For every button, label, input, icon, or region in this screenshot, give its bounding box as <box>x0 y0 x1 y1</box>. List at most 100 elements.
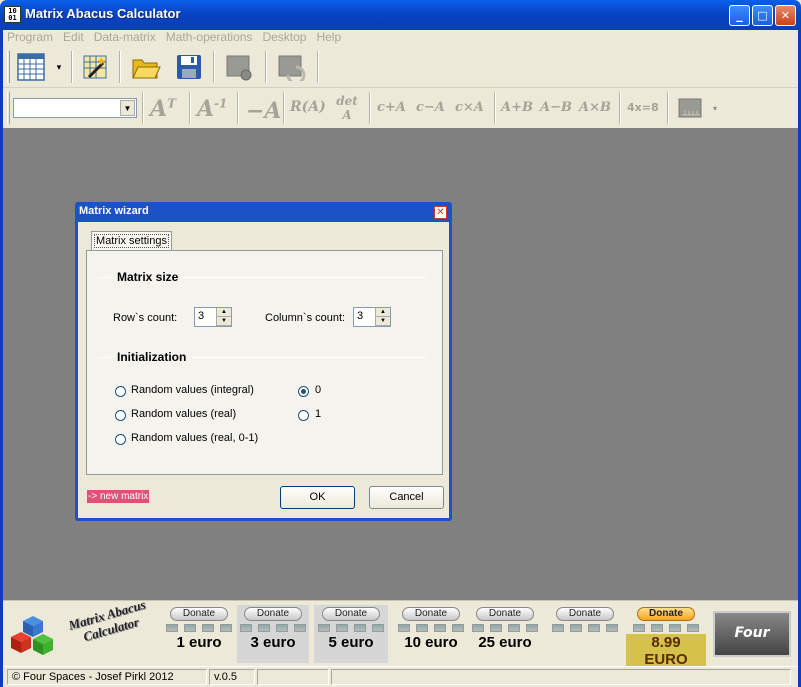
radio-random-integral[interactable] <box>115 386 126 397</box>
operations-toolbar: ▼ AT A-1 −A R(A) det A c+A c−A c×A A+B A… <box>3 88 798 128</box>
menu-edit[interactable]: Edit <box>58 30 89 44</box>
spin-up-icon[interactable]: ▲ <box>217 308 231 317</box>
toolbar-grip[interactable] <box>7 92 10 124</box>
wizard-wand-icon <box>83 55 107 79</box>
donate-25-euro[interactable]: Donate 25 euro <box>469 605 541 663</box>
menu-program[interactable]: Program <box>3 30 58 44</box>
tab-panel: Matrix size Row`s count: 3 ▲ ▼ Column`s … <box>86 250 443 475</box>
multiply-matrices-button[interactable]: A×B <box>579 100 611 115</box>
subtract-scalar-button[interactable]: c−A <box>416 100 445 115</box>
transpose-button[interactable]: AT <box>150 96 176 122</box>
menu-desktop[interactable]: Desktop <box>257 30 311 44</box>
donation-banner: Matrix Abacus Calculator Donate 1 euro D… <box>3 597 798 681</box>
negate-button[interactable]: −A <box>246 98 282 124</box>
export-matrix-button[interactable] <box>675 93 707 123</box>
matrix-settings-button[interactable] <box>221 51 257 83</box>
matrix-refresh-icon <box>278 55 306 81</box>
donate-button[interactable]: Donate <box>322 607 380 621</box>
donate-1-euro[interactable]: Donate 1 euro <box>163 605 235 663</box>
group-title-matrix-size: Matrix size <box>111 270 185 284</box>
subtract-matrices-button[interactable]: A−B <box>540 100 572 115</box>
add-scalar-button[interactable]: c+A <box>377 100 406 115</box>
export-dropdown[interactable]: ▾ <box>710 101 720 115</box>
radio-label-random-integral[interactable]: Random values (integral) <box>131 384 254 396</box>
radio-label-one[interactable]: 1 <box>315 408 321 420</box>
payment-cards-icon <box>472 624 538 632</box>
menu-math-operations[interactable]: Math-operations <box>161 30 258 44</box>
donate-3-euro[interactable]: Donate 3 euro <box>237 605 309 663</box>
ok-button[interactable]: OK <box>280 486 355 509</box>
radio-random-real[interactable] <box>115 410 126 421</box>
title-bar[interactable]: 10 01 Matrix Abacus Calculator _ □ ✕ <box>0 0 801 30</box>
donate-full-version[interactable]: Donate 8.99 EURO <box>626 605 706 668</box>
maximize-button[interactable]: □ <box>752 5 773 26</box>
close-button[interactable]: ✕ <box>775 5 796 26</box>
floppy-disk-icon <box>177 55 201 79</box>
status-version: v.0.5 <box>209 669 255 685</box>
donate-button[interactable]: Donate <box>556 607 614 621</box>
donate-button[interactable]: Donate <box>402 607 460 621</box>
menu-bar: Program Edit Data-matrix Math-operations… <box>3 30 798 46</box>
app-icon[interactable]: 10 01 <box>4 6 21 23</box>
tab-matrix-settings[interactable]: Matrix settings <box>91 231 172 251</box>
spin-up-icon[interactable]: ▲ <box>376 308 390 317</box>
chevron-down-icon[interactable]: ▼ <box>120 100 135 116</box>
spin-down-icon[interactable]: ▼ <box>376 317 390 326</box>
payment-cards-icon <box>240 624 306 632</box>
open-button[interactable] <box>129 51 163 83</box>
donate-custom[interactable]: Donate <box>549 605 621 663</box>
donate-button[interactable]: Donate <box>476 607 534 621</box>
matrix-gear-icon <box>226 55 252 81</box>
donate-button[interactable]: Donate <box>637 607 695 621</box>
payment-cards-icon <box>318 624 384 632</box>
columns-count-spinner[interactable]: 3 ▲ ▼ <box>353 307 391 327</box>
minimize-button[interactable]: _ <box>729 5 750 26</box>
columns-count-value: 3 <box>357 310 364 322</box>
donate-amount: 10 euro <box>404 634 458 651</box>
dialog-body: Matrix settings Matrix size Row`s count:… <box>78 222 449 518</box>
banner-app-name: Matrix Abacus Calculator <box>66 596 148 645</box>
menu-data-matrix[interactable]: Data-matrix <box>89 30 161 44</box>
radio-one[interactable] <box>298 410 309 421</box>
multiply-scalar-button[interactable]: c×A <box>455 100 484 115</box>
spin-down-icon[interactable]: ▼ <box>217 317 231 326</box>
new-matrix-dropdown[interactable]: ▾ <box>53 60 65 74</box>
radio-random-real-0-1[interactable] <box>115 434 126 445</box>
dialog-close-button[interactable]: ✕ <box>434 206 447 219</box>
determinant-button[interactable]: det A <box>333 94 361 122</box>
add-matrices-button[interactable]: A+B <box>501 100 533 115</box>
folder-open-icon <box>132 59 161 79</box>
matrix-wizard-button[interactable] <box>79 51 111 83</box>
matrix-refresh-button[interactable] <box>273 51 309 83</box>
radio-label-zero[interactable]: 0 <box>315 384 321 396</box>
group-title-initialization: Initialization <box>111 350 193 364</box>
cancel-button[interactable]: Cancel <box>369 486 444 509</box>
rows-count-spinner[interactable]: 3 ▲ ▼ <box>194 307 232 327</box>
donate-button[interactable]: Donate <box>170 607 228 621</box>
donate-button[interactable]: Donate <box>244 607 302 621</box>
solve-equation-button[interactable]: 4x=8 <box>627 101 659 114</box>
donate-amount: 5 euro <box>328 634 374 651</box>
radio-label-random-real[interactable]: Random values (real) <box>131 408 236 420</box>
new-matrix-link[interactable]: -> new matrix <box>87 490 150 503</box>
radio-label-random-real-0-1[interactable]: Random values (real, 0-1) <box>131 432 258 444</box>
donate-10-euro[interactable]: Donate 10 euro <box>395 605 467 663</box>
menu-help[interactable]: Help <box>311 30 346 44</box>
matrix-select[interactable]: ▼ <box>13 98 137 118</box>
rows-count-label: Row`s count: <box>113 312 178 324</box>
toolbar-grip[interactable] <box>7 51 10 83</box>
rank-button[interactable]: R(A) <box>290 99 326 115</box>
inverse-button[interactable]: A-1 <box>197 96 227 122</box>
status-copyright: © Four Spaces - Josef Pirkl 2012 <box>7 669 207 685</box>
save-button[interactable] <box>173 51 205 83</box>
donate-5-euro[interactable]: Donate 5 euro <box>314 605 388 663</box>
four-spaces-logo[interactable]: Four spaces <box>713 611 791 681</box>
status-bar: © Four Spaces - Josef Pirkl 2012 v.0.5 <box>3 666 798 687</box>
radio-zero[interactable] <box>298 386 309 397</box>
new-matrix-button[interactable] <box>15 51 47 83</box>
payment-cards-icon <box>552 624 618 632</box>
columns-count-label: Column`s count: <box>265 312 346 324</box>
cubes-logo-icon <box>11 616 53 655</box>
status-panel-empty <box>331 669 791 685</box>
window-title: Matrix Abacus Calculator <box>25 6 181 21</box>
